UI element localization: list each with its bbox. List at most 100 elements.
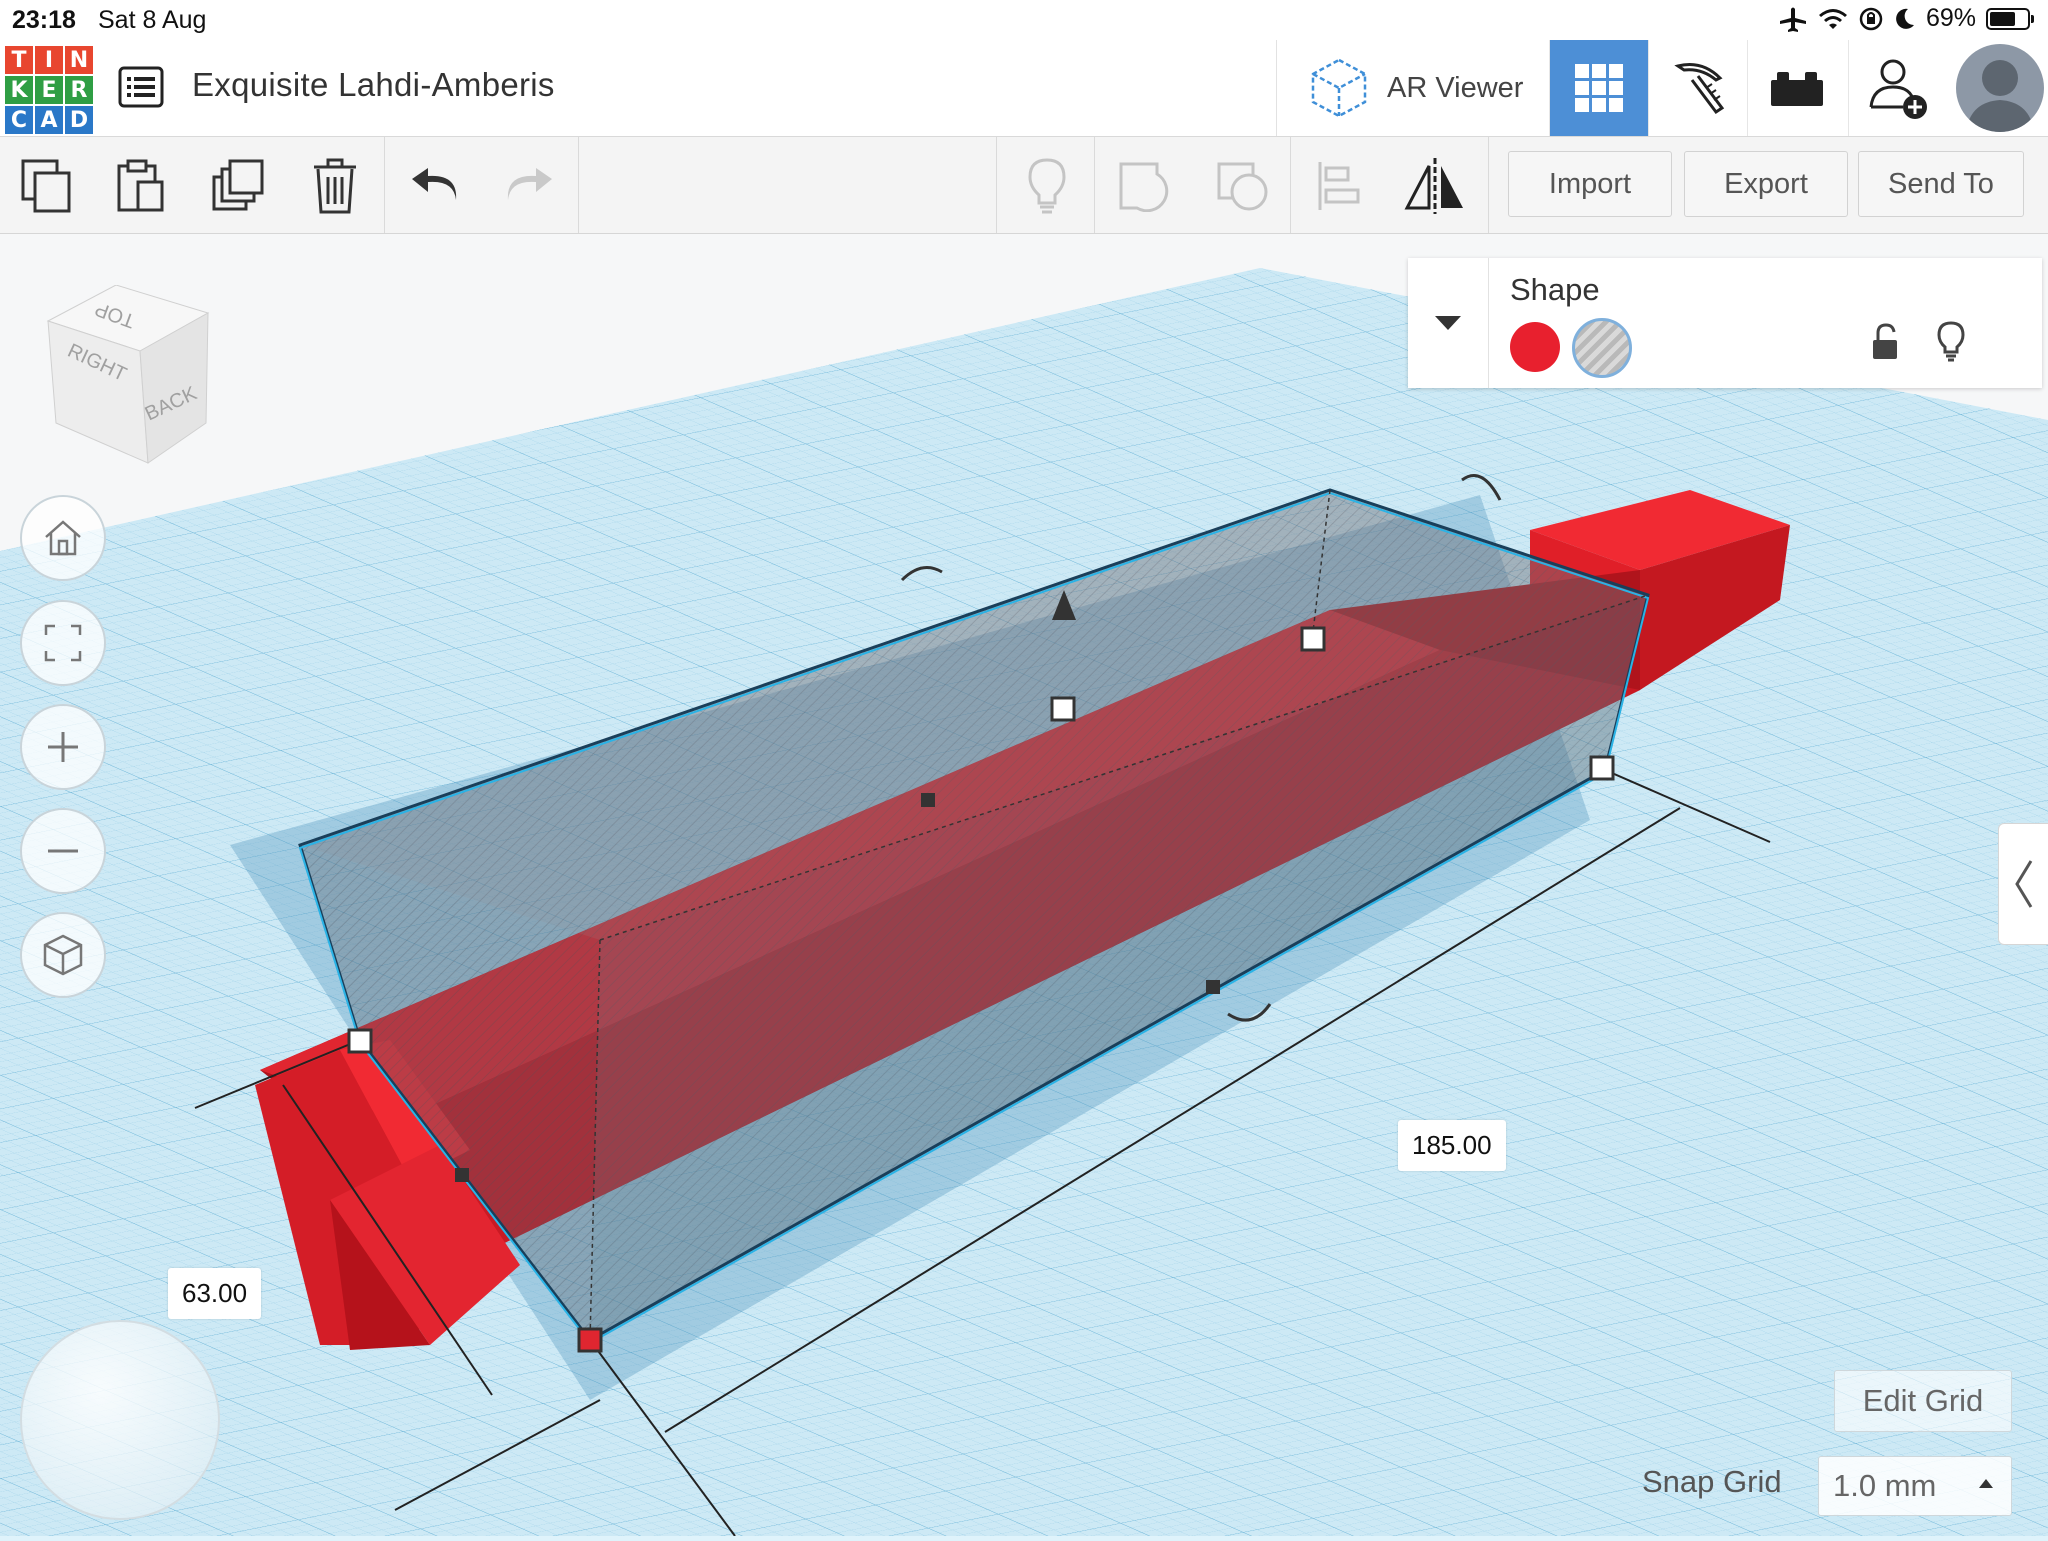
lightbulb-icon [1028, 158, 1066, 214]
copy-button[interactable] [12, 151, 82, 221]
top-bar: TIN KER CAD Exquisite Lahdi-Amberis AR Vie… [0, 40, 2048, 137]
ungroup-icon [1217, 162, 1268, 211]
status-time: 23:18 [12, 6, 76, 34]
resize-handle[interactable] [1050, 696, 1076, 722]
grid-icon [1575, 64, 1623, 112]
width-dimension-label[interactable]: 63.00 [168, 1268, 262, 1319]
resize-handle[interactable] [1589, 755, 1615, 781]
plus-icon [48, 732, 78, 762]
edge-handle[interactable] [455, 1168, 469, 1182]
logo-letter: K [5, 76, 33, 104]
snap-grid-label: Snap Grid [1642, 1464, 1782, 1499]
wifi-icon [1818, 8, 1847, 29]
resize-handle[interactable] [1300, 626, 1326, 652]
panel-collapse-button[interactable] [1408, 258, 1489, 388]
chevron-left-icon [2015, 860, 2033, 908]
bricks-view-button[interactable] [1747, 40, 1846, 136]
logo-letter: D [65, 106, 93, 134]
undo-icon [412, 168, 457, 200]
logo-letter: E [35, 76, 63, 104]
logo-letter: I [35, 46, 63, 74]
mirror-icon [1404, 158, 1463, 214]
group-button[interactable] [1110, 151, 1180, 221]
ungroup-button[interactable] [1208, 151, 1278, 221]
workplane-canvas[interactable] [0, 234, 2048, 1537]
redo-icon [507, 168, 552, 200]
minus-icon [48, 849, 78, 853]
toolbar-separator [1094, 137, 1095, 233]
toolbar-separator [996, 137, 997, 233]
moon-icon [1896, 8, 1914, 29]
battery-icon [1986, 7, 2034, 30]
ar-viewer-button[interactable]: AR Viewer [1276, 40, 1549, 136]
length-dimension-label[interactable]: 185.00 [1398, 1120, 1506, 1171]
design-list-button[interactable] [116, 62, 166, 112]
paste-icon [117, 159, 164, 212]
status-icons: 69% [1778, 4, 2034, 33]
workplane[interactable]: TOP RIGHT BACK Shape 185.00 63.00 Edit G… [0, 234, 2048, 1537]
copy-icon [21, 159, 71, 213]
toolbar-separator [1290, 137, 1291, 233]
duplicate-button[interactable] [204, 151, 274, 221]
select-arrow-icon [1979, 1479, 1993, 1488]
blocks-view-button[interactable] [1648, 40, 1747, 136]
lock-icon[interactable] [1870, 322, 1900, 362]
edit-grid-button[interactable]: Edit Grid [1834, 1370, 2012, 1432]
duplicate-icon [212, 159, 264, 211]
orbit-joystick[interactable] [20, 1320, 220, 1520]
align-icon [1318, 162, 1360, 210]
edge-handle[interactable] [921, 793, 935, 807]
home-view-button[interactable] [20, 495, 106, 581]
visibility-lightbulb-icon[interactable] [1936, 320, 1966, 362]
align-button[interactable] [1304, 151, 1374, 221]
user-avatar[interactable] [1956, 44, 2044, 132]
selected-corner-handle[interactable] [577, 1327, 603, 1353]
snap-grid-select[interactable]: 1.0 mm [1818, 1456, 2012, 1516]
perspective-toggle-button[interactable] [20, 912, 106, 998]
invite-user-button[interactable] [1848, 40, 1947, 136]
shapes-panel-toggle[interactable] [1998, 823, 2048, 945]
export-button[interactable]: Export [1684, 151, 1848, 217]
delete-button[interactable] [300, 151, 370, 221]
view-cube[interactable]: TOP RIGHT BACK [40, 285, 220, 465]
redo-button[interactable] [494, 151, 564, 221]
notes-button[interactable] [1012, 151, 1082, 221]
logo-letter: T [5, 46, 33, 74]
add-user-icon [1869, 59, 1927, 119]
tinkercad-logo[interactable]: TIN KER CAD [5, 46, 93, 134]
3d-design-view-button[interactable] [1549, 40, 1648, 136]
status-date: Sat 8 Aug [98, 6, 207, 34]
send-to-button[interactable]: Send To [1858, 151, 2024, 217]
zoom-in-button[interactable] [20, 704, 106, 790]
ar-cube-icon [1311, 58, 1367, 118]
solid-color-button[interactable] [1510, 322, 1560, 372]
toolbar-separator [1488, 137, 1489, 233]
zoom-out-button[interactable] [20, 808, 106, 894]
shape-inspector-panel: Shape [1408, 258, 2042, 388]
document-title[interactable]: Exquisite Lahdi-Amberis [192, 66, 555, 104]
paste-button[interactable] [106, 151, 176, 221]
logo-letter: R [65, 76, 93, 104]
logo-letter: N [65, 46, 93, 74]
fit-view-button[interactable] [20, 600, 106, 686]
group-icon [1119, 162, 1169, 212]
fit-view-icon [44, 624, 82, 662]
hole-button[interactable] [1572, 318, 1632, 378]
list-icon [118, 66, 164, 108]
import-button[interactable]: Import [1508, 151, 1672, 217]
resize-handle[interactable] [347, 1028, 373, 1054]
chevron-down-icon [1435, 316, 1461, 330]
orientation-lock-icon [1859, 7, 1883, 30]
undo-button[interactable] [400, 151, 470, 221]
battery-percent: 69% [1925, 4, 1976, 32]
toolbar-separator [384, 137, 385, 233]
logo-letter: C [5, 106, 33, 134]
brick-icon [1771, 72, 1823, 106]
logo-letter: A [35, 106, 63, 134]
avatar-silhouette [1966, 60, 2034, 132]
battery-fill [1990, 11, 2015, 26]
edge-handle[interactable] [1206, 980, 1220, 994]
delete-icon [314, 158, 356, 214]
mirror-button[interactable] [1400, 151, 1470, 221]
ar-viewer-label: AR Viewer [1387, 71, 1524, 104]
